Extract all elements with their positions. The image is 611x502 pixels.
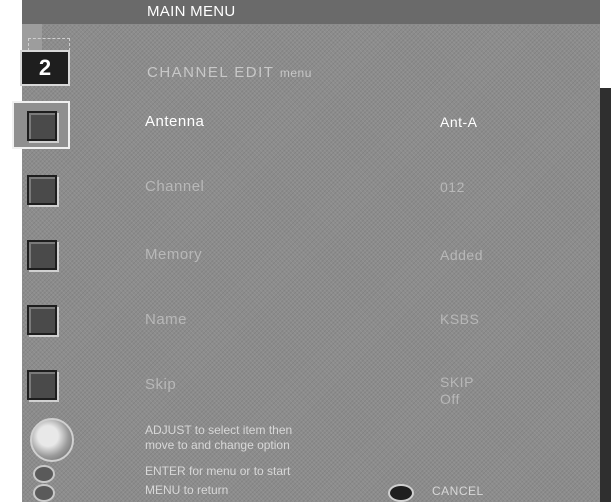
help-enter: ENTER for menu or to start (145, 464, 291, 478)
menu-heading-suffix: menu (279, 66, 312, 80)
memory-item-icon[interactable] (27, 240, 57, 270)
item-label-channel[interactable]: Channel (145, 178, 204, 195)
menu-heading-main: CHANNEL EDIT (147, 64, 275, 81)
channel-number-badge: 2 (22, 52, 68, 84)
cancel-label[interactable]: CANCEL (432, 484, 484, 498)
screen-edge (600, 88, 611, 502)
menu-title: MAIN MENU (147, 3, 236, 20)
adjust-dial-icon[interactable] (30, 418, 74, 462)
help-adjust-line2: move to and change option (145, 438, 290, 452)
help-adjust-line1: ADJUST to select item then (145, 423, 293, 437)
item-value-skip-off[interactable]: Off (440, 391, 460, 407)
item-label-name[interactable]: Name (145, 311, 187, 328)
menu-heading: CHANNEL EDIT menu (147, 64, 312, 81)
antenna-item-icon[interactable] (27, 111, 57, 141)
item-value-antenna[interactable]: Ant-A (440, 114, 478, 130)
item-value-skip[interactable]: SKIP (440, 374, 474, 390)
enter-button-icon[interactable] (33, 465, 55, 483)
item-value-name[interactable]: KSBS (440, 311, 479, 327)
menu-button-icon[interactable] (33, 484, 55, 502)
item-label-antenna[interactable]: Antenna (145, 113, 204, 130)
title-bar (22, 0, 600, 24)
item-label-skip[interactable]: Skip (145, 376, 176, 393)
skip-item-icon[interactable] (27, 370, 57, 400)
help-adjust: ADJUST to select item then move to and c… (145, 423, 292, 453)
channel-item-icon[interactable] (27, 175, 57, 205)
item-value-memory[interactable]: Added (440, 247, 483, 263)
cancel-button-icon[interactable] (388, 484, 414, 502)
item-value-channel[interactable]: 012 (440, 179, 465, 195)
name-item-icon[interactable] (27, 305, 57, 335)
help-menu: MENU to return (145, 483, 229, 497)
item-label-memory[interactable]: Memory (145, 246, 202, 263)
